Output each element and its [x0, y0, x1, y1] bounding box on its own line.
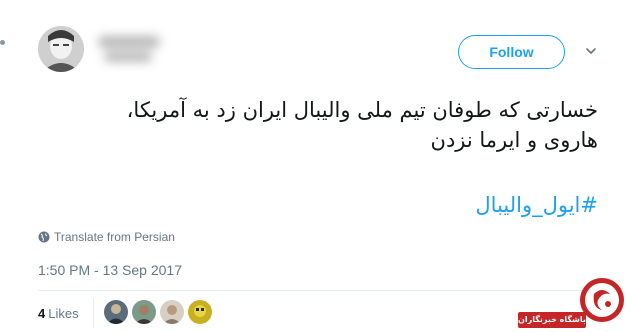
avatar[interactable]	[38, 26, 84, 72]
globe-icon	[38, 231, 50, 243]
liker-avatar[interactable]	[132, 300, 156, 324]
likes-label: Likes	[48, 306, 79, 321]
tweet-card: Follow خسارتی که طوفان تیم ملی والیبال ا…	[0, 0, 634, 332]
hashtag-link[interactable]: #ایول_والیبال	[475, 193, 598, 217]
translate-link[interactable]: Translate from Persian	[38, 230, 175, 244]
translate-label: Translate from Persian	[54, 230, 175, 244]
likes-count: 4	[38, 306, 46, 321]
tweet-text: خسارتی که طوفان تیم ملی والیبال ایران زد…	[68, 95, 598, 155]
tweet-text-line: هاروی و ایرما نزدن	[430, 128, 598, 152]
likes-stat[interactable]: 4 Likes	[38, 306, 79, 321]
liker-avatar[interactable]	[188, 300, 212, 324]
liker-avatar[interactable]	[160, 300, 184, 324]
likes-separator	[93, 298, 94, 328]
username-blurred[interactable]	[94, 32, 180, 68]
watermark-text: باشگاه خبرنگاران	[518, 312, 586, 328]
tweet-text-line: خسارتی که طوفان تیم ملی والیبال ایران زد…	[126, 98, 598, 122]
timestamp[interactable]: 1:50 PM - 13 Sep 2017	[38, 262, 182, 278]
liker-avatar[interactable]	[104, 300, 128, 324]
edge-dot	[0, 40, 5, 45]
chevron-down-icon[interactable]	[584, 44, 598, 58]
follow-button[interactable]: Follow	[458, 35, 565, 69]
